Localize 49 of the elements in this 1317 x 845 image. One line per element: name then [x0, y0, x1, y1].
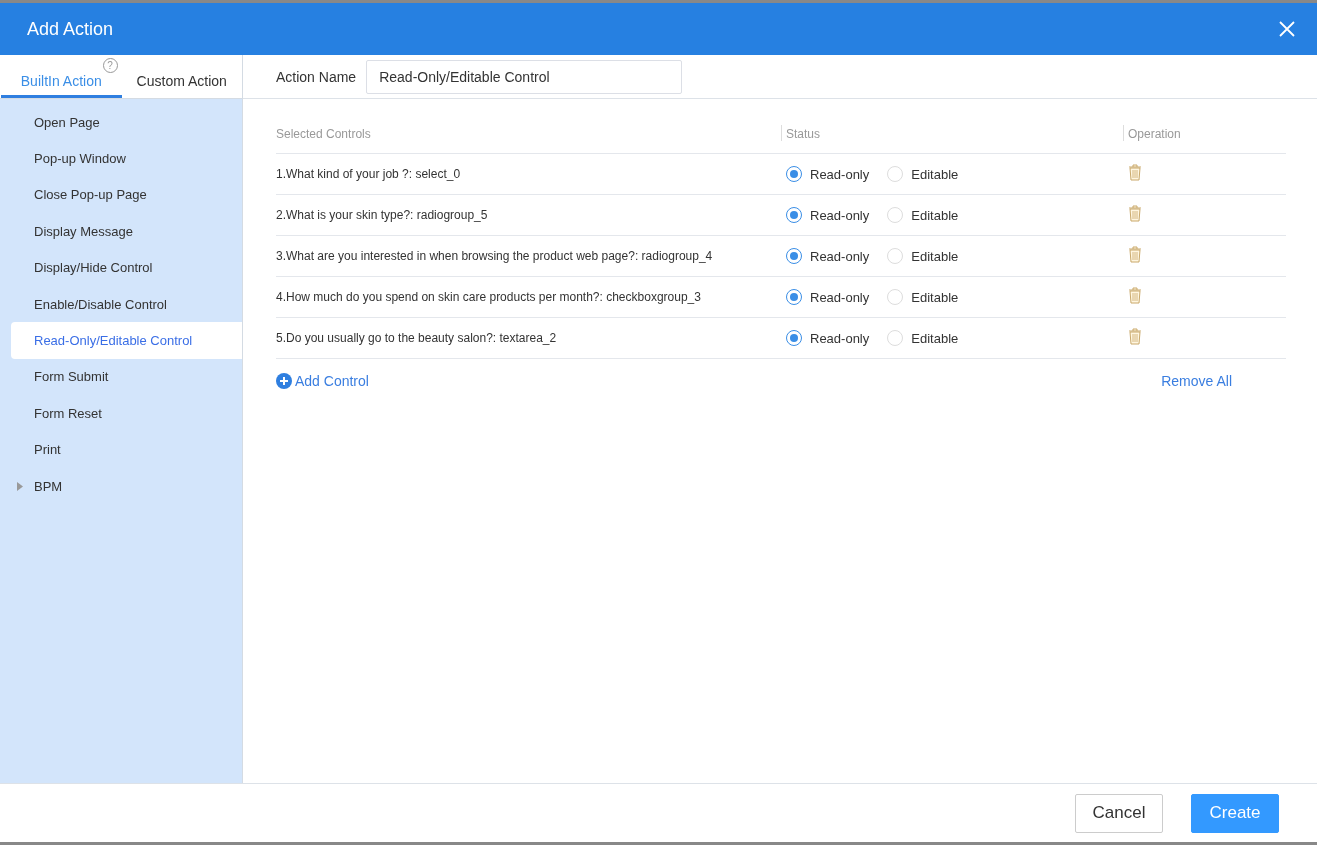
sidebar-item[interactable]: Enable/Disable Control — [11, 285, 242, 323]
radio-option[interactable]: Read-only — [786, 289, 870, 305]
sidebar-item[interactable]: Print — [11, 431, 242, 468]
sidebar-item[interactable]: BPM — [11, 467, 242, 505]
action-name-input[interactable]: Read-Only/Editable Control — [366, 59, 683, 94]
trash-icon[interactable] — [1128, 286, 1142, 304]
sidebar-item[interactable]: Pop-up Window — [11, 140, 242, 177]
radio-button[interactable] — [786, 248, 802, 264]
close-icon[interactable] — [1279, 21, 1295, 37]
radio-option[interactable]: Read-only — [786, 248, 870, 264]
radio-option[interactable]: Read-only — [786, 207, 870, 223]
radio-option[interactable]: Editable — [887, 289, 959, 305]
caret-icon — [17, 481, 23, 491]
radio-button[interactable] — [786, 166, 802, 182]
radio-option[interactable]: Editable — [887, 207, 959, 223]
radio-option[interactable]: Editable — [887, 330, 959, 346]
sidebar-item[interactable]: Read-Only/Editable Control — [11, 322, 242, 359]
table-cell-text: 1.What kind of your job ?: select_0 — [276, 167, 462, 181]
sidebar-item[interactable]: Form Submit — [11, 358, 242, 396]
table-cell-text: 4.How much do you spend on skin care products per month?: checkboxgroup_3 — [276, 290, 702, 304]
sidebar-item[interactable]: Open Page — [11, 104, 242, 141]
radio-option[interactable]: Editable — [887, 166, 959, 182]
sidebar-item[interactable]: Display Message — [11, 213, 242, 250]
table-cell-text: 5.Do you usually go to the beauty salon?: textarea_2 — [276, 331, 558, 345]
trash-icon[interactable] — [1128, 327, 1142, 345]
remove-all-link[interactable]: Remove All — [1161, 373, 1232, 389]
trash-icon[interactable] — [1128, 245, 1142, 263]
radio-option[interactable]: Editable — [887, 248, 959, 264]
radio-option[interactable]: Read-only — [786, 166, 870, 182]
trash-icon[interactable] — [1128, 163, 1142, 181]
cancel-button[interactable]: Cancel — [1075, 793, 1163, 833]
column-header: Status — [781, 125, 1123, 141]
sidebar-item[interactable]: Display/Hide Control — [11, 249, 242, 286]
radio-button[interactable] — [786, 330, 802, 346]
radio-option[interactable]: Read-only — [786, 330, 870, 346]
table-cell-text: 2.What is your skin type?: radiogroup_5 — [276, 208, 489, 222]
table-cell-text: 3.What are you interested in when browsing the product web page?: radiogroup_4 — [276, 249, 714, 263]
tab[interactable]: Custom Action — [121, 55, 242, 98]
field-label: Action Name — [276, 68, 357, 85]
sidebar-item[interactable]: Close Pop-up Page — [11, 176, 242, 214]
add-control-link[interactable]: Add Control — [276, 373, 369, 389]
column-header: Operation — [1123, 125, 1286, 141]
sidebar-item[interactable]: Form Reset — [11, 395, 242, 432]
radio-button[interactable] — [786, 289, 802, 305]
radio-button[interactable] — [786, 207, 802, 223]
trash-icon[interactable] — [1128, 204, 1142, 222]
column-header: Selected Controls — [276, 126, 372, 141]
plus-circle-icon — [276, 373, 292, 389]
window-title: Add Action — [27, 18, 114, 40]
